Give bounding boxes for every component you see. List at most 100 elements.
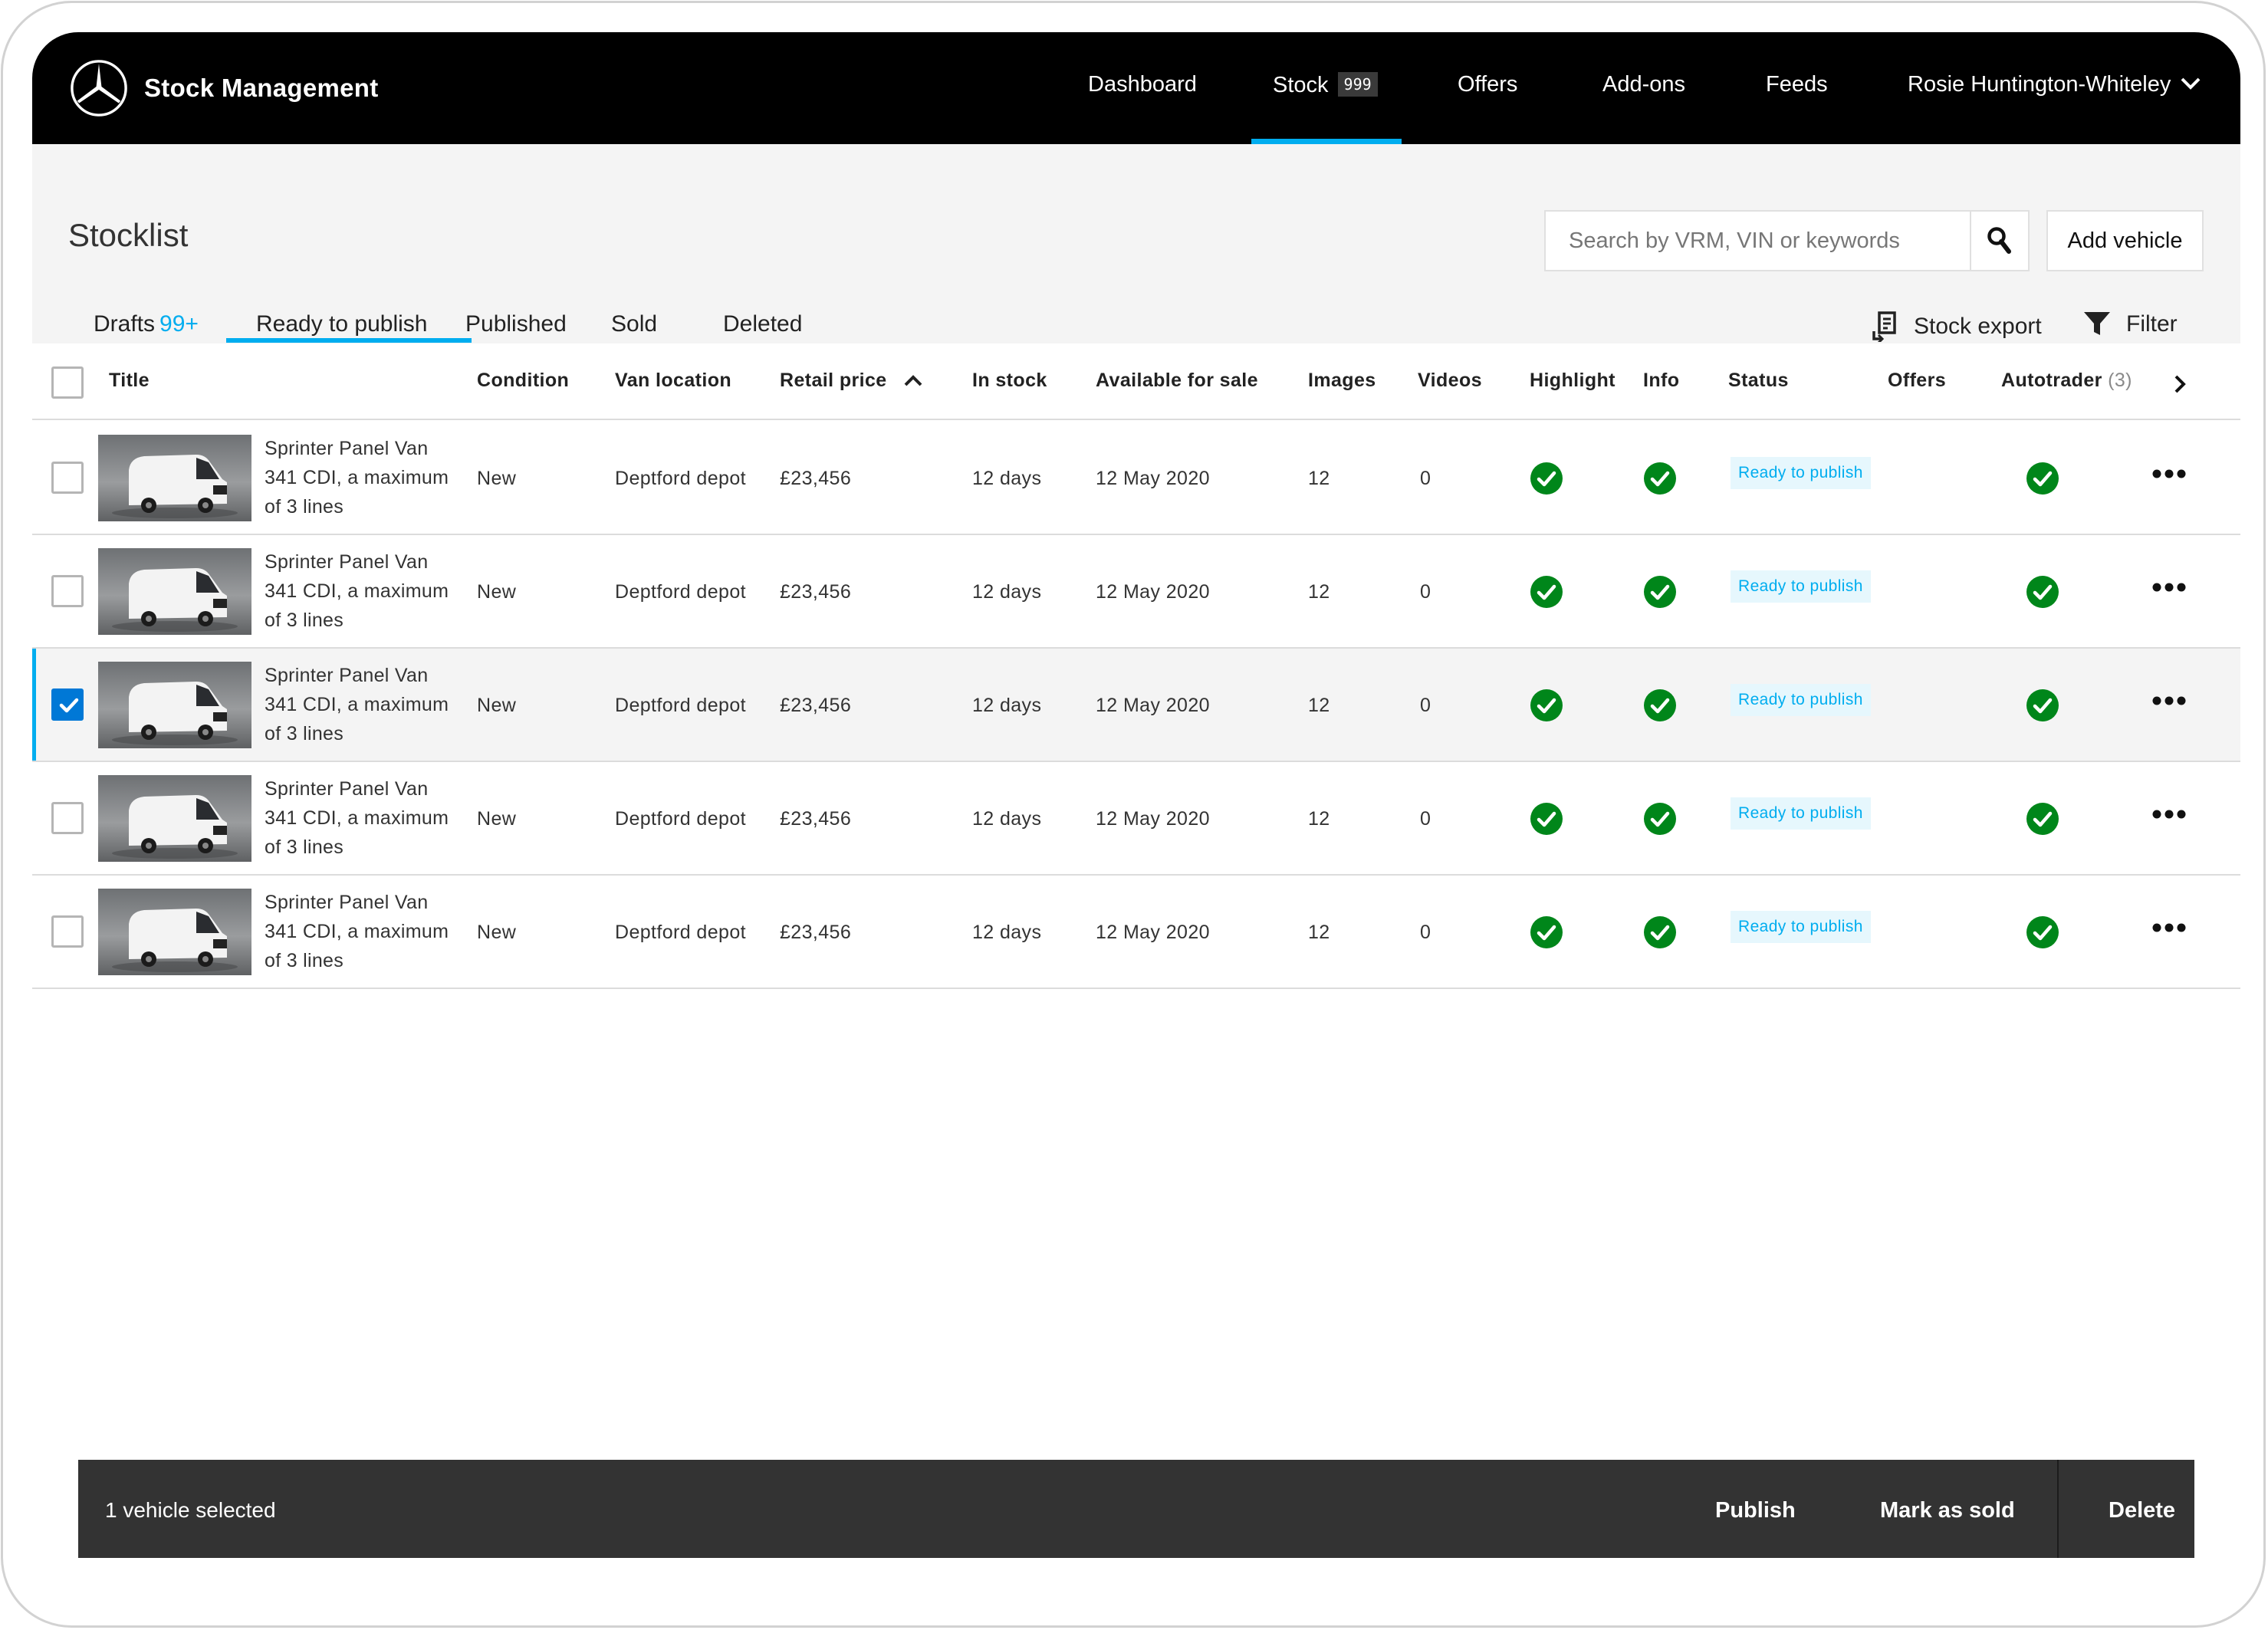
more-options-icon[interactable] — [2152, 581, 2186, 593]
publish-button[interactable]: Publish — [1715, 1498, 1796, 1523]
videos-count-cell: 0 — [1420, 808, 1431, 830]
autotrader-check-icon — [2026, 462, 2059, 495]
select-all-checkbox[interactable] — [51, 366, 84, 399]
vehicle-thumbnail[interactable] — [98, 775, 251, 862]
in-stock-cell: 12 days — [972, 922, 1042, 943]
delete-button[interactable]: Delete — [2109, 1498, 2175, 1523]
vehicle-thumbnail[interactable] — [98, 662, 251, 748]
column-van-location[interactable]: Van location — [615, 370, 731, 392]
autotrader-check-icon — [2026, 915, 2059, 949]
column-status[interactable]: Status — [1728, 370, 1789, 392]
status-badge: Ready to publish — [1731, 684, 1871, 716]
vehicle-thumbnail[interactable] — [98, 435, 251, 521]
nav-offers[interactable]: Offers — [1458, 72, 1517, 97]
chevron-down-icon[interactable] — [2179, 75, 2202, 92]
nav-feeds[interactable]: Feeds — [1766, 72, 1828, 97]
add-vehicle-button[interactable]: Add vehicle — [2046, 210, 2204, 271]
info-check-icon — [1643, 575, 1677, 609]
app-screen: Stock Management Dashboard Stock 999 Offe… — [32, 32, 2240, 1604]
row-checkbox[interactable] — [51, 915, 84, 948]
images-count-cell: 12 — [1308, 468, 1330, 489]
row-checkbox[interactable] — [51, 575, 84, 607]
table-row[interactable]: Sprinter Panel Van 341 CDI, a maximum of… — [32, 535, 2240, 649]
tab-ready-to-publish[interactable]: Ready to publish — [256, 311, 427, 337]
column-available-for-sale[interactable]: Available for sale — [1096, 370, 1258, 392]
table-row[interactable]: Sprinter Panel Van 341 CDI, a maximum of… — [32, 422, 2240, 535]
vehicle-title[interactable]: Sprinter Panel Van 341 CDI, a maximum of… — [265, 547, 464, 635]
tab-drafts[interactable]: Drafts 99+ — [94, 311, 199, 337]
autotrader-check-icon — [2026, 688, 2059, 722]
vehicle-title[interactable]: Sprinter Panel Van 341 CDI, a maximum of… — [265, 888, 464, 975]
table-row[interactable]: Sprinter Panel Van 341 CDI, a maximum of… — [32, 762, 2240, 876]
images-count-cell: 12 — [1308, 695, 1330, 716]
vehicle-thumbnail[interactable] — [98, 889, 251, 975]
stock-export-button[interactable]: Stock export — [1872, 311, 2042, 342]
location-cell: Deptford depot — [615, 808, 746, 830]
row-checkbox[interactable] — [51, 688, 84, 721]
row-checkbox[interactable] — [51, 462, 84, 494]
info-check-icon — [1643, 688, 1677, 722]
condition-cell: New — [477, 581, 517, 603]
table-row[interactable]: Sprinter Panel Van 341 CDI, a maximum of… — [32, 876, 2240, 989]
table-row[interactable]: Sprinter Panel Van 341 CDI, a maximum of… — [32, 649, 2240, 762]
in-stock-cell: 12 days — [972, 808, 1042, 830]
export-icon — [1872, 311, 1896, 342]
column-condition[interactable]: Condition — [477, 370, 569, 392]
selection-count: 1 vehicle selected — [105, 1498, 276, 1522]
tab-published[interactable]: Published — [465, 311, 567, 337]
nav-stock[interactable]: Stock 999 — [1273, 72, 1378, 98]
column-images[interactable]: Images — [1308, 370, 1376, 392]
nav-dashboard[interactable]: Dashboard — [1088, 72, 1197, 97]
filter-button[interactable]: Filter — [2083, 311, 2178, 337]
available-date-cell: 12 May 2020 — [1096, 468, 1210, 489]
autotrader-check-icon — [2026, 802, 2059, 836]
images-count-cell: 12 — [1308, 808, 1330, 830]
column-in-stock[interactable]: In stock — [972, 370, 1047, 392]
column-videos[interactable]: Videos — [1418, 370, 1482, 392]
nav-add-ons[interactable]: Add-ons — [1602, 72, 1685, 97]
info-check-icon — [1643, 462, 1677, 495]
vehicle-title[interactable]: Sprinter Panel Van 341 CDI, a maximum of… — [265, 434, 464, 521]
vehicle-title[interactable]: Sprinter Panel Van 341 CDI, a maximum of… — [265, 661, 464, 748]
autotrader-count: (3) — [2108, 370, 2132, 391]
user-menu[interactable]: Rosie Huntington-Whiteley — [1908, 72, 2171, 97]
search-button[interactable] — [1970, 212, 2028, 270]
images-count-cell: 12 — [1308, 922, 1330, 943]
location-cell: Deptford depot — [615, 695, 746, 716]
device-frame: Stock Management Dashboard Stock 999 Offe… — [1, 1, 2266, 1628]
search-input[interactable] — [1546, 212, 1974, 270]
more-options-icon[interactable] — [2152, 922, 2186, 934]
vehicle-thumbnail[interactable] — [98, 548, 251, 635]
autotrader-label: Autotrader — [2001, 370, 2102, 391]
tab-deleted[interactable]: Deleted — [723, 311, 802, 337]
column-info[interactable]: Info — [1643, 370, 1679, 392]
column-title[interactable]: Title — [109, 370, 150, 392]
column-retail-price[interactable]: Retail price — [780, 370, 923, 392]
star-logo-icon — [71, 60, 127, 117]
price-cell: £23,456 — [780, 695, 852, 716]
videos-count-cell: 0 — [1420, 468, 1431, 489]
column-offers[interactable]: Offers — [1888, 370, 1946, 392]
condition-cell: New — [477, 808, 517, 830]
top-nav: Stock Management Dashboard Stock 999 Offe… — [32, 32, 2240, 144]
more-options-icon[interactable] — [2152, 808, 2186, 820]
location-cell: Deptford depot — [615, 468, 746, 489]
brand[interactable]: Stock Management — [69, 58, 379, 118]
search-icon — [1987, 227, 2011, 254]
action-divider — [2057, 1460, 2059, 1558]
table-header: Title Condition Van location Retail pric… — [32, 343, 2240, 420]
in-stock-cell: 12 days — [972, 468, 1042, 489]
price-cell: £23,456 — [780, 922, 852, 943]
row-checkbox[interactable] — [51, 802, 84, 834]
condition-cell: New — [477, 695, 517, 716]
videos-count-cell: 0 — [1420, 695, 1431, 716]
tab-sold[interactable]: Sold — [611, 311, 657, 337]
mark-as-sold-button[interactable]: Mark as sold — [1880, 1498, 2015, 1523]
more-options-icon[interactable] — [2152, 468, 2186, 480]
column-highlight[interactable]: Highlight — [1530, 370, 1616, 392]
column-autotrader[interactable]: Autotrader (3) — [2001, 370, 2132, 392]
vehicle-title[interactable]: Sprinter Panel Van 341 CDI, a maximum of… — [265, 774, 464, 862]
available-date-cell: 12 May 2020 — [1096, 695, 1210, 716]
more-options-icon[interactable] — [2152, 695, 2186, 707]
chevron-right-icon[interactable] — [2173, 374, 2187, 394]
